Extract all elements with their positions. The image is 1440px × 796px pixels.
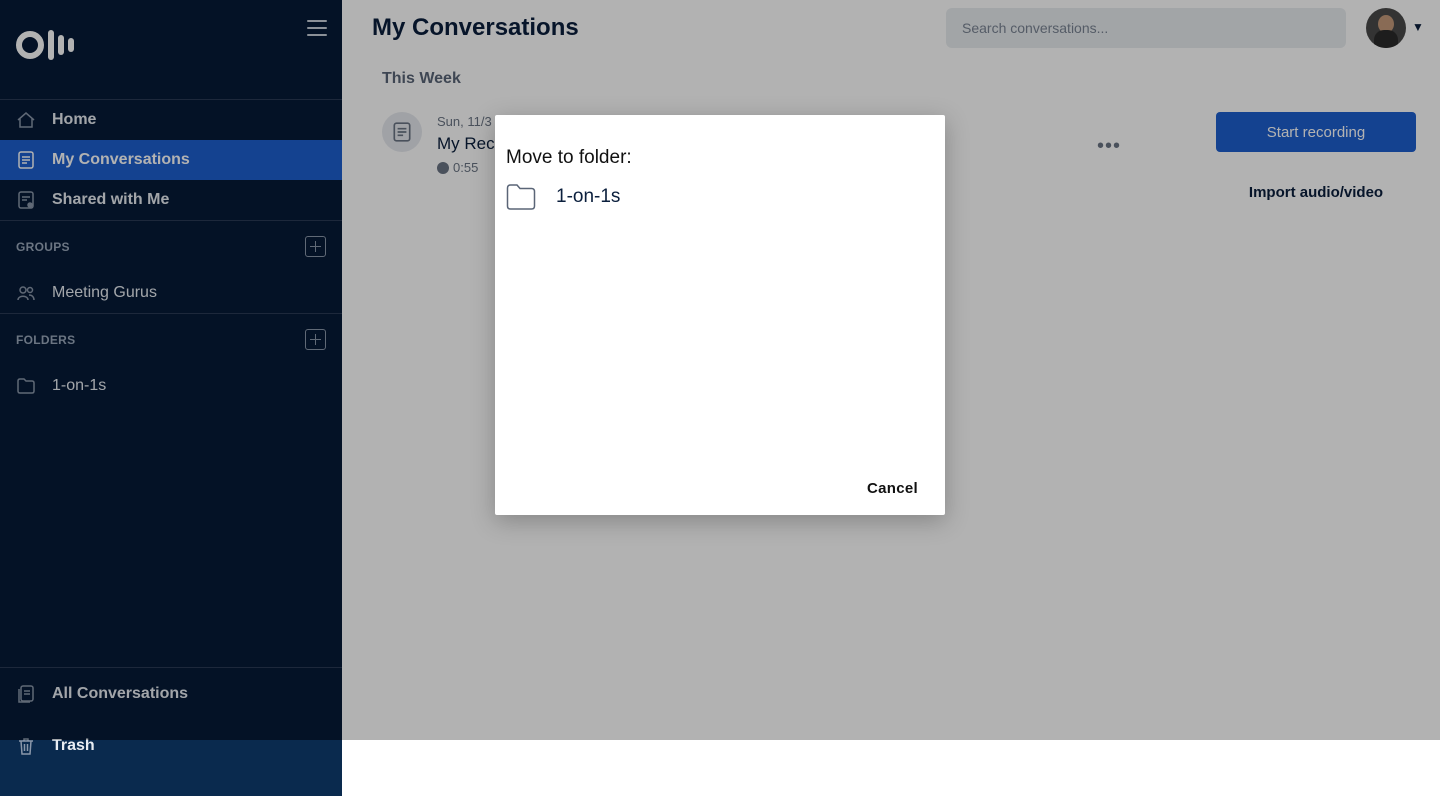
move-to-folder-dialog: Move to folder: 1-on-1s Cancel bbox=[495, 115, 945, 515]
cancel-button[interactable]: Cancel bbox=[867, 480, 918, 497]
dialog-folder-item[interactable]: 1-on-1s bbox=[506, 183, 620, 211]
nav-trash-area: Trash bbox=[0, 737, 342, 796]
folder-icon bbox=[506, 184, 536, 210]
nav-trash[interactable]: Trash bbox=[0, 737, 342, 755]
dialog-folder-label: 1-on-1s bbox=[556, 186, 621, 207]
dialog-title: Move to folder: bbox=[506, 147, 632, 168]
